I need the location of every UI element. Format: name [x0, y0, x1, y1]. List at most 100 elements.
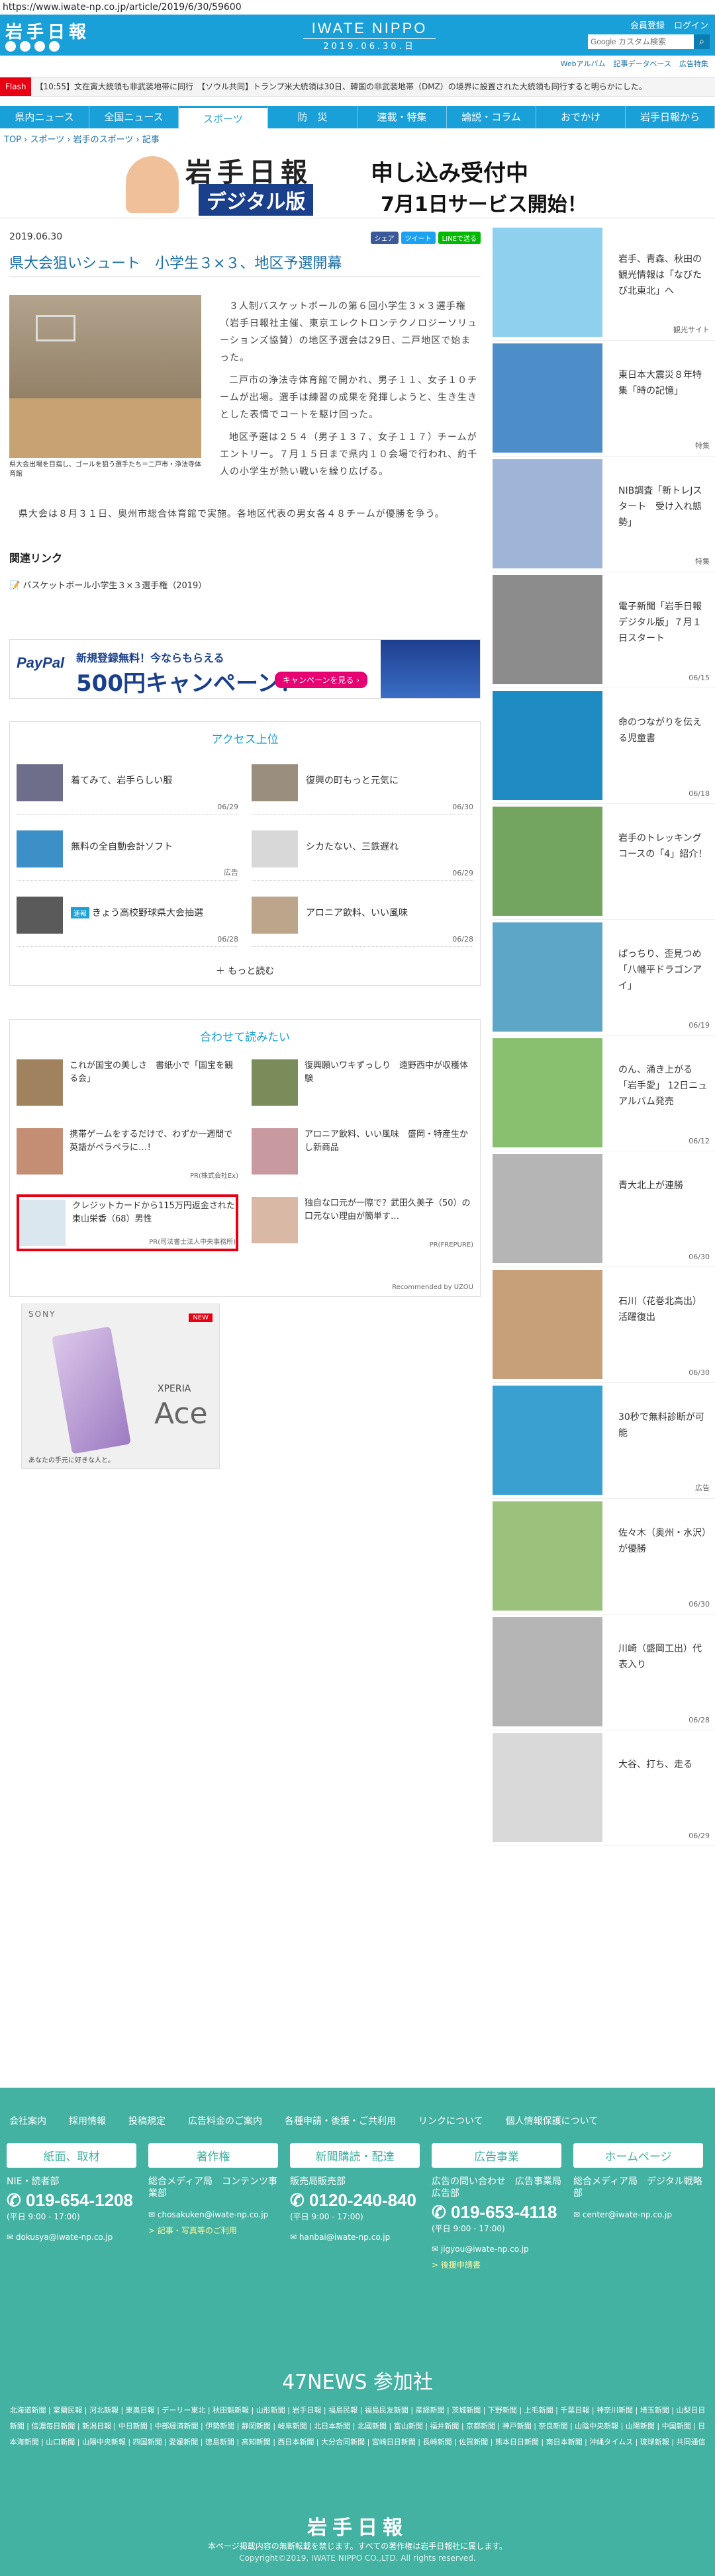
sidebar-item[interactable]: 電子新聞「岩手日報デジタル版」７月１日スタート 06/15 [493, 572, 715, 688]
email[interactable]: ✉ center@iwate-np.co.jp [573, 2210, 703, 2219]
sidebar-title[interactable]: 石川（花巻北高出）活躍復出 [618, 1294, 708, 1325]
sidebar-title[interactable]: 大谷、打ち、走る [618, 1757, 708, 1773]
recommended-item[interactable]: これが国宝の美しさ 書紙小で「国宝を観る会」 [17, 1057, 238, 1114]
nav-sports[interactable]: スポーツ [179, 106, 268, 128]
access-title[interactable]: シカたない、三鉄遅れ [306, 840, 399, 853]
email-text[interactable]: dokusya@iwate-np.co.jp [16, 2233, 113, 2242]
read-more-button[interactable]: ＋ もっと読む [10, 964, 480, 977]
sony-ad[interactable]: SONY NEW XPERIA Ace あなたの手元に好きな人と。 [21, 1304, 220, 1469]
sidebar-title[interactable]: 30秒で無料診断が可能 [618, 1409, 708, 1441]
sidebar-thumb[interactable] [493, 807, 602, 916]
related-link-text[interactable]: バスケットボール小学生３×３選手権（2019） [23, 581, 207, 591]
email-text[interactable]: hanbai@iwate-np.co.jp [299, 2233, 390, 2242]
access-item[interactable]: 着てみて、岩手らしい服 06/29 [17, 759, 238, 815]
sidebar-item[interactable]: 大谷、打ち、走る 06/29 [493, 1730, 715, 1846]
digital-banner[interactable]: 岩手日報 デジタル版 申し込み受付中 7月1日サービス開始！ [0, 147, 715, 218]
sidebar-title[interactable]: 電子新聞「岩手日報デジタル版」７月１日スタート [618, 599, 708, 646]
sidebar-item[interactable]: ぱっちり、歪見つめ「八幡平ドラゴンアイ」 06/19 [493, 920, 715, 1036]
twitter-share-button[interactable]: ツイート [401, 232, 436, 244]
access-title-text[interactable]: きょう高校野球県大会抽選 [92, 908, 203, 918]
footer-link[interactable]: リンクについて [418, 2114, 483, 2127]
address-bar[interactable]: https://www.iwate-np.co.jp/article/2019/… [0, 0, 715, 15]
ad-feature-link[interactable]: 広告特集 [679, 58, 708, 69]
sidebar-title[interactable]: 青大北上が連勝 [618, 1178, 708, 1194]
line-icon[interactable] [34, 41, 45, 52]
sidebar-title[interactable]: ぱっちり、歪見つめ「八幡平ドラゴンアイ」 [618, 946, 708, 994]
nav-series[interactable]: 連載・特集 [358, 106, 447, 128]
phone-number-text[interactable]: 019-654-1208 [26, 2190, 133, 2210]
email-text[interactable]: chosakuken@iwate-np.co.jp [158, 2210, 268, 2219]
email-text[interactable]: center@iwate-np.co.jp [583, 2210, 672, 2219]
access-item[interactable]: 速報 きょう高校野球県大会抽選 06/28 [17, 891, 238, 947]
recommended-title[interactable]: これが国宝の美しさ 書紙小で「国宝を観る会」 [70, 1059, 238, 1086]
email[interactable]: ✉ dokusya@iwate-np.co.jp [7, 2233, 136, 2242]
phone-number-text[interactable]: 0120-240-840 [309, 2190, 416, 2210]
footer-link[interactable]: 各種申請・後援・ご共利用 [285, 2114, 396, 2127]
footer-extra-link[interactable]: > 後援申請書 [432, 2259, 561, 2270]
recommended-item[interactable]: 携帯ゲームをするだけで、わずか一週間で英語がペラペラに…！ PR(株式会社Ex) [17, 1126, 238, 1182]
sidebar-title[interactable]: のん、涌き上がる「岩手愛」 12日ニュアルバム発売 [618, 1062, 708, 1110]
footer-extra-link[interactable]: > 記事・写真等のご利用 [148, 2225, 278, 2236]
sidebar-title[interactable]: 岩手、青森、秋田の観光情報は「なびたび北東北」へ [618, 251, 708, 299]
sidebar-title[interactable]: 川崎（盛岡工出）代表入り [618, 1641, 708, 1673]
site-logo[interactable]: 岩手日報 [5, 19, 90, 43]
sidebar-item[interactable]: のん、涌き上がる「岩手愛」 12日ニュアルバム発売 06/12 [493, 1036, 715, 1151]
recommended-title[interactable]: 携帯ゲームをするだけで、わずか一週間で英語がペラペラに…！ [70, 1128, 238, 1155]
sidebar-item[interactable]: 30秒で無料診断が可能 広告 [493, 1383, 715, 1499]
sidebar-thumb[interactable] [493, 343, 602, 453]
sidebar-thumb[interactable] [493, 1270, 602, 1379]
access-title[interactable]: 無料の全自動会計ソフト [71, 840, 173, 853]
recommended-item[interactable]: 復興願いワキずっしり 遠野西中が収穫体験 [252, 1057, 473, 1114]
sidebar-thumb[interactable] [493, 691, 602, 800]
sidebar-title[interactable]: 東日本大震災８年特集「時の記憶」 [618, 367, 708, 399]
sidebar-item[interactable]: 佐々木（奥州・水沢）が優勝 06/30 [493, 1499, 715, 1615]
sidebar-thumb[interactable] [493, 922, 602, 1032]
article-database-link[interactable]: 記事データベース [614, 58, 671, 69]
facebook-icon[interactable] [20, 41, 30, 52]
access-title[interactable]: アロニア飲料、いい風味 [306, 906, 408, 919]
sidebar-item[interactable]: 石川（花巻北高出）活躍復出 06/30 [493, 1267, 715, 1383]
facebook-share-button[interactable]: シェア [370, 232, 399, 244]
register-link[interactable]: 会員登録 [630, 19, 665, 31]
recommended-title[interactable]: クレジットカードから115万円返金された東山栄香（68）男性 [72, 1200, 236, 1226]
recommended-item[interactable]: アロニア飲料、いい風味 盛岡・特産生かし新商品 [252, 1126, 473, 1182]
footer-link[interactable]: 投稿規定 [128, 2114, 166, 2127]
nav-from-nippo[interactable]: 岩手日報から [626, 106, 715, 128]
access-item[interactable]: 復興の町もっと元気に 06/30 [252, 759, 473, 815]
sidebar-title[interactable]: NIB調査「新トレJスタート 受け入れ態勢」 [618, 483, 708, 531]
footer-logo[interactable]: 岩手日報 [0, 2511, 715, 2540]
nav-disaster[interactable]: 防 災 [268, 106, 358, 128]
sidebar-item[interactable]: 青大北上が連勝 06/30 [493, 1151, 715, 1267]
access-title[interactable]: 着てみて、岩手らしい服 [71, 774, 172, 787]
sidebar-thumb[interactable] [493, 228, 602, 337]
sidebar-thumb[interactable] [493, 1617, 602, 1726]
access-item[interactable]: アロニア飲料、いい風味 06/28 [252, 891, 473, 947]
phone-number[interactable]: ✆ 019-654-1208 [7, 2190, 136, 2211]
breadcrumb[interactable]: TOP › スポーツ › 岩手のスポーツ › 記事 [4, 132, 160, 145]
sidebar-thumb[interactable] [493, 1386, 602, 1495]
footer-link[interactable]: 会社案内 [9, 2114, 46, 2127]
recommended-title[interactable]: 復興願いワキずっしり 遠野西中が収穫体験 [305, 1059, 473, 1086]
search-icon[interactable]: ⌕ [694, 34, 710, 49]
phone-number[interactable]: ✆ 019-653-4118 [432, 2202, 561, 2223]
sidebar-item[interactable]: 命のつながりを伝える児童書 06/18 [493, 688, 715, 804]
nav-national-news[interactable]: 全国ニュース [89, 106, 179, 128]
email-text[interactable]: jigyou@iwate-np.co.jp [441, 2244, 529, 2254]
sidebar-title[interactable]: 岩手のトレッキングコースの「4」紹介！ [618, 830, 708, 862]
access-item[interactable]: シカたない、三鉄遅れ 06/29 [252, 825, 473, 881]
nav-prefecture-news[interactable]: 県内ニュース [0, 106, 89, 128]
sidebar-item[interactable]: 岩手、青森、秋田の観光情報は「なびたび北東北」へ 観光サイト [493, 225, 715, 341]
search-input[interactable] [588, 34, 694, 49]
recommended-title[interactable]: アロニア飲料、いい風味 盛岡・特産生かし新商品 [305, 1128, 473, 1155]
access-item[interactable]: 無料の全自動会計ソフト 広告 [17, 825, 238, 881]
sidebar-item[interactable]: 川崎（盛岡工出）代表入り 06/28 [493, 1615, 715, 1730]
nav-opinion[interactable]: 論説・コラム [447, 106, 536, 128]
sidebar-thumb[interactable] [493, 575, 602, 684]
access-title[interactable]: 復興の町もっと元気に [306, 774, 399, 787]
article-photo[interactable] [9, 295, 201, 458]
nav-outing[interactable]: おでかけ [536, 106, 626, 128]
phone-number[interactable]: ✆ 0120-240-840 [290, 2190, 420, 2211]
email[interactable]: ✉ chosakuken@iwate-np.co.jp [148, 2210, 278, 2219]
sidebar-thumb[interactable] [493, 1501, 602, 1611]
email[interactable]: ✉ jigyou@iwate-np.co.jp [432, 2244, 561, 2254]
